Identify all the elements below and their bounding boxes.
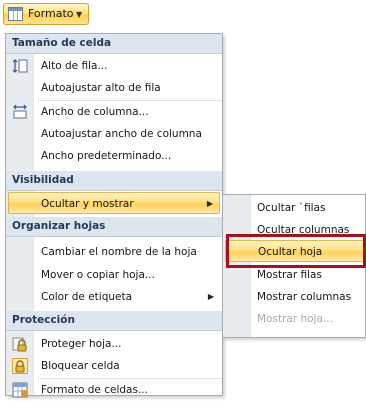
- menu-item-column-width[interactable]: Ancho de columna...: [6, 101, 222, 123]
- menu-item-hide-unhide[interactable]: Ocultar y mostrar ▶: [8, 192, 220, 214]
- menu-item-label: Autoajustar ancho de columna: [41, 128, 202, 140]
- menu-item-protect-sheet[interactable]: Proteger hoja...: [6, 333, 222, 355]
- submenu-item-label: Ocultar `filas: [257, 202, 326, 214]
- padlock-icon: [12, 358, 28, 374]
- menu-item-label: Ocultar y mostrar: [41, 198, 134, 210]
- menu-item-tab-color[interactable]: Color de etiqueta ▶: [6, 286, 222, 308]
- format-dropdown-button[interactable]: Formato ▼: [3, 3, 89, 25]
- padlock-sheet-icon: [12, 337, 27, 352]
- menu-item-lock-cell[interactable]: Bloquear celda: [6, 355, 222, 377]
- submenu-item-hide-rows[interactable]: Ocultar `filas: [223, 197, 365, 219]
- format-button-label: Formato: [28, 7, 74, 20]
- menu-item-label: Ancho predeterminado...: [41, 150, 172, 162]
- submenu-item-label: Mostrar hoja...: [257, 313, 333, 325]
- header-visibility: Visibilidad: [6, 171, 222, 191]
- menu-item-move-copy-sheet[interactable]: Mover o copiar hoja...: [6, 264, 222, 286]
- menu-item-label: Bloquear celda: [41, 360, 120, 372]
- chevron-right-icon: ▶: [207, 292, 214, 301]
- menu-item-row-height[interactable]: Alto de fila...: [6, 55, 222, 77]
- menu-item-format-cells[interactable]: Formato de celdas...: [6, 379, 222, 401]
- header-cell-size: Tamaño de celda: [6, 34, 222, 54]
- submenu-item-unhide-columns[interactable]: Mostrar columnas: [223, 286, 365, 308]
- submenu-item-unhide-sheet: Mostrar hoja...: [223, 308, 365, 330]
- header-organize-sheets: Organizar hojas: [6, 217, 222, 237]
- menu-item-rename-sheet[interactable]: Cambiar el nombre de la hoja: [6, 241, 222, 263]
- menu-item-autofit-column-width[interactable]: Autoajustar ancho de columna: [6, 123, 222, 145]
- menu-item-label: Color de etiqueta: [41, 291, 133, 303]
- menu-item-label: Proteger hoja...: [41, 338, 122, 350]
- menu-item-label: Cambiar el nombre de la hoja: [41, 246, 197, 258]
- chevron-down-icon: ▼: [76, 10, 83, 19]
- column-width-icon: [13, 104, 27, 119]
- menu-item-autofit-row-height[interactable]: Autoajustar alto de fila: [6, 77, 222, 99]
- menu-item-label: Alto de fila...: [41, 60, 108, 72]
- menu-item-label: Autoajustar alto de fila: [41, 82, 161, 94]
- format-menu: Tamaño de celda Alto de fila... Autoajus…: [5, 33, 223, 398]
- row-height-icon: [12, 59, 28, 73]
- chevron-right-icon: ▶: [206, 199, 213, 208]
- submenu-item-label: Mostrar columnas: [257, 291, 352, 303]
- menu-item-label: Mover o copiar hoja...: [41, 269, 155, 281]
- menu-item-default-width[interactable]: Ancho predeterminado...: [6, 145, 222, 167]
- cell-format-icon: [8, 7, 23, 21]
- menu-item-label: Formato de celdas...: [41, 384, 148, 396]
- highlight-annotation-box: [226, 234, 366, 268]
- header-protection: Protección: [6, 311, 222, 331]
- menu-item-label: Ancho de columna...: [41, 106, 149, 118]
